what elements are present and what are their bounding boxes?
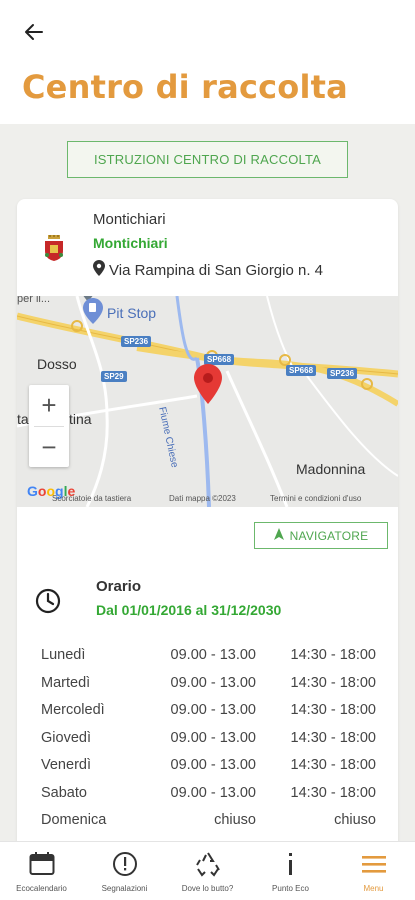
morning-hours: 09.00 - 13.00 <box>170 702 256 718</box>
afternoon-hours: 14:30 - 18:00 <box>290 702 376 718</box>
morning-hours: 09.00 - 13.00 <box>170 757 256 773</box>
morning-hours: 09.00 - 13.00 <box>170 674 256 691</box>
road-shield: SP29 <box>101 371 127 382</box>
day-label: Giovedì <box>41 729 91 746</box>
hours-row: Lunedì 09.00 - 13.00 14:30 - 18:00 <box>41 644 376 672</box>
hours-row: Domenica chiuso chiuso <box>41 809 376 837</box>
menu-icon <box>361 850 387 878</box>
day-label: Martedì <box>41 674 91 691</box>
arrow-left-icon[interactable] <box>20 18 48 46</box>
tab-label: Dove lo butto? <box>181 884 234 893</box>
tab-label: Punto Eco <box>272 884 309 893</box>
schedule-label: Orario <box>96 578 142 595</box>
day-label: Venerdì <box>41 757 91 773</box>
page-title: Centro di raccolta <box>22 68 348 106</box>
morning-hours: chiuso <box>214 812 256 828</box>
alert-icon <box>112 850 138 878</box>
top-bar: Centro di raccolta <box>0 0 415 124</box>
afternoon-hours: 14:30 - 18:00 <box>290 674 376 691</box>
map-label: per il... <box>17 296 51 305</box>
hours-row: Mercoledì 09.00 - 13.00 14:30 - 18:00 <box>41 699 376 727</box>
morning-hours: 09.00 - 13.00 <box>170 729 256 746</box>
collection-center-card: Montichiari Montichiari Via Rampina di S… <box>17 199 398 899</box>
tab-label: Segnalazioni <box>101 884 148 893</box>
tab-punto-eco[interactable]: Punto Eco <box>249 842 332 900</box>
map-label-tina-suffix: tina <box>69 411 92 427</box>
map-pin-icon <box>93 260 105 280</box>
municipality-crest-icon <box>43 235 65 261</box>
map-label-pit-stop: Pit Stop <box>107 305 157 321</box>
day-label: Domenica <box>41 812 107 828</box>
hours-row: Sabato 09.00 - 13.00 14:30 - 18:00 <box>41 782 376 810</box>
tab-menu[interactable]: Menu <box>332 842 415 900</box>
afternoon-hours: chiuso <box>334 812 376 828</box>
recycle-icon <box>194 850 222 878</box>
afternoon-hours: 14:30 - 18:00 <box>290 784 376 801</box>
zoom-in-button[interactable]: + <box>29 385 69 426</box>
map-data-attribution: Dati mappa ©2023 <box>169 494 236 503</box>
tab-segnalazioni[interactable]: Segnalazioni <box>83 842 166 900</box>
terms-link[interactable]: Termini e condizioni d'uso <box>270 494 361 503</box>
map-view[interactable]: per il... Pit Stop Dosso ta tina Madonni… <box>17 296 398 507</box>
map-label-dosso: Dosso <box>37 356 77 372</box>
hours-row: Martedì 09.00 - 13.00 14:30 - 18:00 <box>41 672 376 700</box>
location-name: Montichiari <box>93 211 166 228</box>
address-text: Via Rampina di San Giorgio n. 4 <box>109 261 324 279</box>
zoom-out-button[interactable]: − <box>29 427 69 468</box>
day-label: Lunedì <box>41 647 86 663</box>
day-label: Mercoledì <box>41 702 105 718</box>
location-address: Via Rampina di San Giorgio n. 4 <box>93 260 323 280</box>
tab-ecocalendario[interactable]: Ecocalendario <box>0 842 83 900</box>
morning-hours: 09.00 - 13.00 <box>170 647 256 663</box>
day-label: Sabato <box>41 784 87 801</box>
road-shield: SP236 <box>327 368 358 379</box>
map-label-tina: ta <box>17 411 29 427</box>
navigator-button[interactable]: NAVIGATORE <box>254 522 388 549</box>
calendar-icon <box>29 850 55 878</box>
clock-icon <box>35 588 61 619</box>
hours-row: Giovedì 09.00 - 13.00 14:30 - 18:00 <box>41 727 376 755</box>
opening-hours-table: Lunedì 09.00 - 13.00 14:30 - 18:00 Martedì… <box>41 644 376 837</box>
navigation-arrow-icon <box>273 528 284 543</box>
road-shield: SP668 <box>286 365 317 376</box>
location-municipality: Montichiari <box>93 235 168 251</box>
hours-row: Venerdì 09.00 - 13.00 14:30 - 18:00 <box>41 754 376 782</box>
road-shield: SP236 <box>121 336 152 347</box>
map-label-madonnina: Madonnina <box>296 461 366 477</box>
tab-label: Ecocalendario <box>16 884 67 893</box>
tab-label: Menu <box>363 884 384 893</box>
info-icon <box>284 850 298 878</box>
bottom-tab-bar: Ecocalendario Segnalazioni Dove lo butto… <box>0 841 415 900</box>
afternoon-hours: 14:30 - 18:00 <box>290 647 376 663</box>
map-zoom-controls: + − <box>29 385 69 467</box>
navigator-label: NAVIGATORE <box>289 528 369 543</box>
schedule-range: Dal 01/01/2016 al 31/12/2030 <box>96 602 282 618</box>
keyboard-shortcuts-link[interactable]: Scorciatoie da tastiera <box>52 494 131 503</box>
afternoon-hours: 14:30 - 18:00 <box>290 757 376 773</box>
afternoon-hours: 14:30 - 18:00 <box>290 729 376 746</box>
morning-hours: 09.00 - 13.00 <box>170 784 256 801</box>
tab-dove-lo-butto[interactable]: Dove lo butto? <box>166 842 249 900</box>
instructions-button[interactable]: ISTRUZIONI CENTRO DI RACCOLTA <box>67 141 348 178</box>
